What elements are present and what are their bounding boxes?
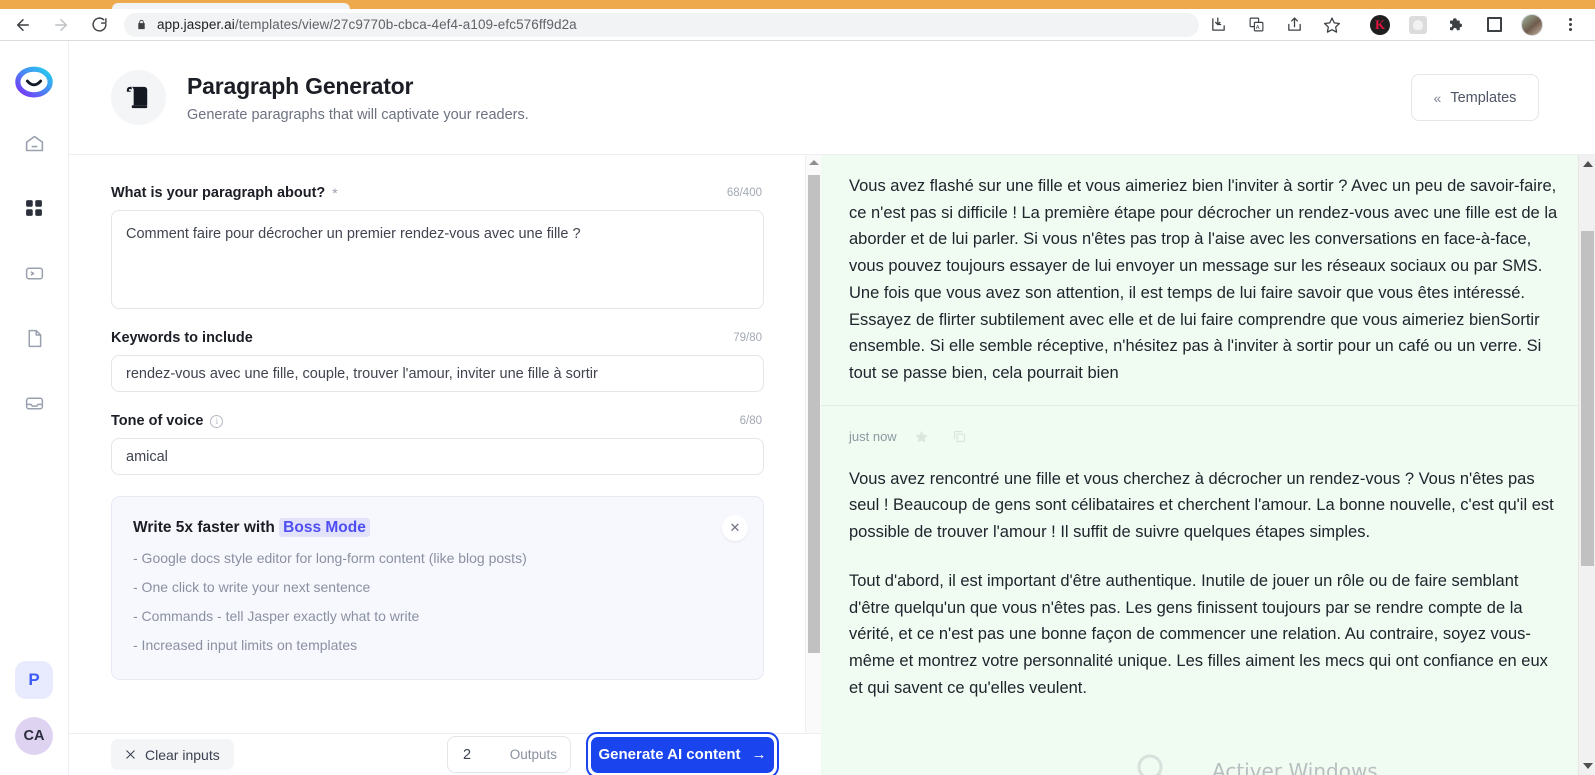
extension-k-label: K — [1370, 14, 1390, 35]
output-panel: Vous avez flashé sur une fille et vous a… — [821, 155, 1595, 775]
jasper-logo[interactable] — [15, 63, 53, 101]
clear-inputs-label: Clear inputs — [145, 746, 220, 763]
svg-text:A: A — [1255, 25, 1259, 31]
input-form-panel: What is your paragraph about? * 68/400 C… — [69, 155, 821, 733]
url-host: app.jasper.ai — [157, 17, 235, 32]
form-scrollbar[interactable] — [805, 155, 821, 733]
promo-title-highlight[interactable]: Boss Mode — [279, 518, 370, 537]
chevron-double-left-icon: « — [1433, 89, 1442, 106]
char-counter: 79/80 — [733, 332, 762, 344]
sidebar-item-templates[interactable] — [14, 188, 54, 228]
output-paragraph: Tout d'abord, il est important d'être au… — [849, 571, 1548, 697]
address-bar[interactable]: app.jasper.ai/templates/view/27c9770b-cb… — [124, 12, 1199, 37]
arrow-right-icon: → — [751, 746, 767, 763]
scrollbar-thumb[interactable] — [808, 175, 820, 653]
install-app-icon[interactable] — [1205, 12, 1231, 38]
outputs-count-value[interactable]: 2 — [448, 747, 471, 763]
bookmark-star-icon[interactable] — [1319, 12, 1345, 38]
boss-mode-promo: ✕ Write 5x faster with Boss Mode - Googl… — [111, 496, 764, 680]
field-keywords: Keywords to include 79/80 rendez-vous av… — [111, 330, 764, 392]
required-marker: * — [332, 185, 338, 201]
generate-button-focus-ring: Generate AI content → — [586, 731, 779, 775]
info-circle-icon[interactable]: i — [210, 414, 224, 428]
field-label: Keywords to include — [111, 330, 253, 346]
forward-arrow-icon[interactable] — [46, 10, 76, 40]
template-header: Paragraph Generator Generate paragraphs … — [69, 41, 1595, 155]
output-timestamp: just now — [849, 429, 897, 445]
extension-grey-icon[interactable] — [1405, 12, 1431, 38]
templates-button[interactable]: « Templates — [1411, 74, 1539, 121]
sidebar-footer: P CA — [15, 661, 53, 755]
sidebar-item-documents[interactable] — [14, 318, 54, 358]
copy-icon[interactable] — [947, 424, 973, 450]
page-title: Paragraph Generator — [187, 72, 414, 99]
chrome-menu-icon[interactable] — [1557, 12, 1583, 38]
promo-bullet: - Google docs style editor for long-form… — [133, 550, 527, 566]
sidebar-nav — [14, 123, 54, 448]
close-x-icon — [126, 750, 135, 759]
reading-list-icon[interactable] — [1481, 12, 1507, 38]
generate-button-label: Generate AI content — [598, 746, 741, 763]
outputs-count-stepper[interactable]: 2 Outputs — [447, 736, 571, 773]
page-subtitle: Generate paragraphs that will captivate … — [187, 106, 529, 123]
output-card[interactable]: just now Vous avez rencontré une fille e… — [821, 404, 1595, 720]
translate-icon[interactable]: A — [1243, 12, 1269, 38]
output-paragraph: Vous avez flashé sur une fille et vous a… — [849, 177, 1558, 383]
profile-avatar-icon[interactable] — [1519, 12, 1545, 38]
clear-inputs-button[interactable]: Clear inputs — [111, 739, 234, 770]
plan-badge[interactable]: P — [15, 661, 53, 699]
output-card[interactable]: Vous avez flashé sur une fille et vous a… — [821, 155, 1595, 405]
back-arrow-icon[interactable] — [8, 10, 38, 40]
field-paragraph-about: What is your paragraph about? * 68/400 C… — [111, 185, 764, 309]
promo-bullet: - Commands - tell Jasper exactly what to… — [133, 608, 420, 624]
extensions-puzzle-icon[interactable] — [1443, 12, 1469, 38]
scroll-up-arrow-icon[interactable] — [1583, 161, 1593, 167]
output-scrollbar[interactable] — [1578, 155, 1595, 775]
form-action-bar: Clear inputs 2 Outputs Generate AI conte… — [69, 731, 821, 775]
browser-toolbar: app.jasper.ai/templates/view/27c9770b-cb… — [0, 9, 1595, 40]
templates-button-label: Templates — [1450, 89, 1517, 106]
promo-bullet: - One click to write your next sentence — [133, 579, 371, 595]
tone-of-voice-input[interactable]: amical — [111, 438, 764, 475]
jasper-app: P CA Paragraph Generator Generate paragr… — [0, 41, 1595, 775]
output-paragraph: Vous avez rencontré une fille et vous ch… — [849, 469, 1554, 542]
paragraph-about-textarea[interactable]: Comment faire pour décrocher un premier … — [111, 210, 764, 309]
sidebar: P CA — [0, 41, 69, 775]
url-path: /templates/view/27c9770b-cbca-4ef4-a109-… — [234, 17, 577, 32]
share-icon[interactable] — [1281, 12, 1307, 38]
scroll-down-arrow-icon[interactable] — [1583, 763, 1593, 769]
scrollbar-thumb[interactable] — [1581, 231, 1594, 566]
scroll-template-icon — [111, 70, 166, 125]
keywords-input[interactable]: rendez-vous avec une fille, couple, trou… — [111, 355, 764, 392]
user-avatar[interactable]: CA — [15, 717, 53, 755]
outputs-label: Outputs — [509, 747, 557, 762]
star-icon[interactable] — [909, 424, 935, 450]
reload-icon[interactable] — [84, 10, 114, 40]
field-label: Tone of voice — [111, 413, 204, 429]
sidebar-item-inbox[interactable] — [14, 383, 54, 423]
field-tone-of-voice: Tone of voice i 6/80 amical — [111, 413, 764, 475]
toolbar-icon-group: A K — [1199, 12, 1595, 38]
char-counter: 68/400 — [726, 187, 762, 199]
output-card-meta: just now — [849, 424, 1561, 450]
sidebar-item-commands[interactable] — [14, 253, 54, 293]
field-label: What is your paragraph about? — [111, 185, 326, 201]
sidebar-item-home[interactable] — [14, 123, 54, 163]
promo-title-prefix: Write 5x faster with — [133, 519, 280, 536]
extension-kizeo-icon[interactable]: K — [1367, 12, 1393, 38]
close-icon[interactable]: ✕ — [722, 515, 748, 541]
browser-tab-strip — [0, 0, 1595, 9]
scroll-up-arrow-icon[interactable] — [809, 160, 819, 165]
char-counter: 6/80 — [739, 415, 762, 427]
promo-bullet: - Increased input limits on templates — [133, 637, 358, 653]
lock-icon — [136, 18, 147, 31]
generate-ai-content-button[interactable]: Generate AI content → — [591, 736, 774, 773]
